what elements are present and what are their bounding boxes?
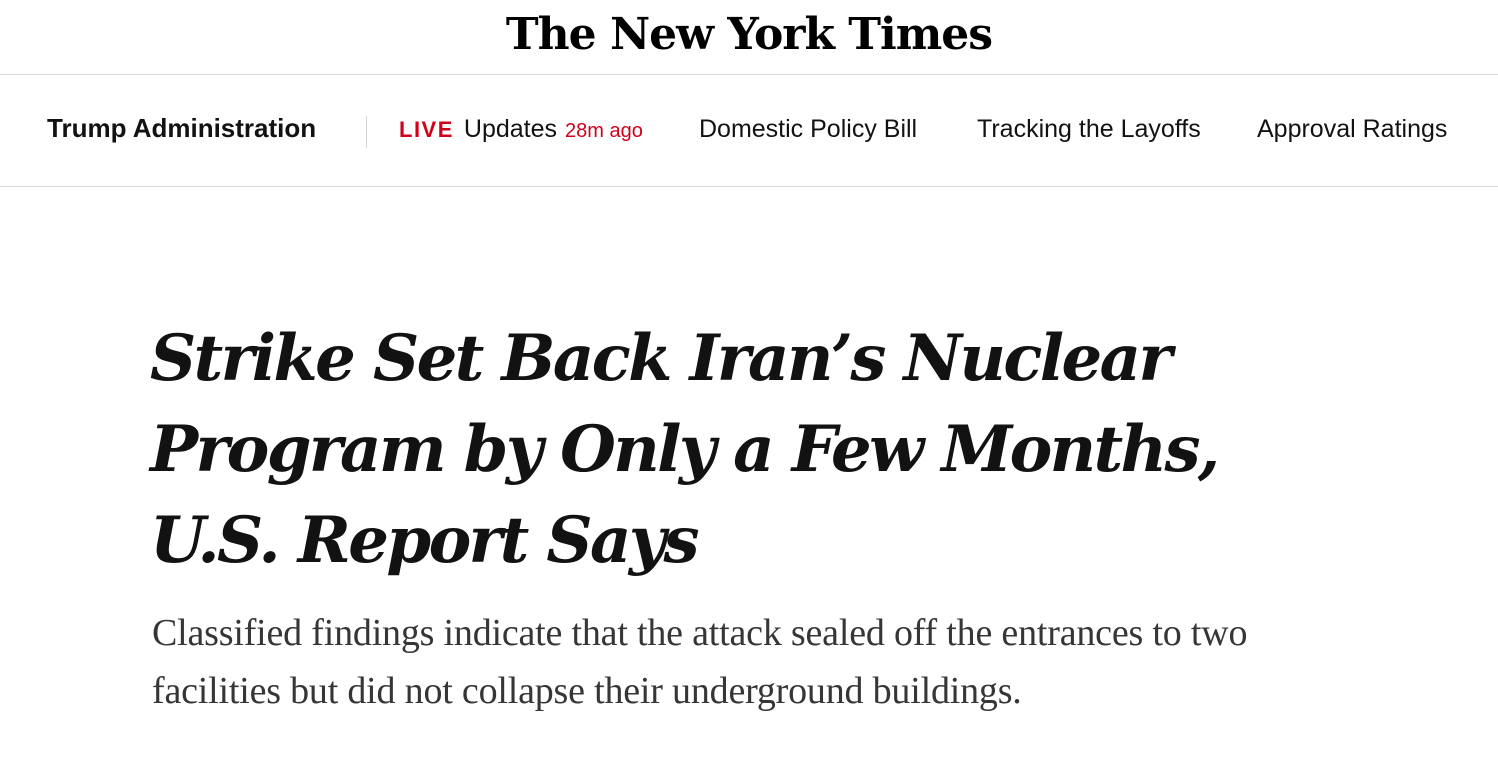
live-updates-timestamp: 28m ago [565, 120, 643, 142]
article-summary: Classified findings indicate that the at… [152, 612, 1248, 712]
masthead: The New York Times [0, 0, 1498, 75]
nav-divider [366, 116, 367, 148]
section-title-link[interactable]: Trump Administration [47, 113, 316, 144]
live-updates-label: Updates [463, 115, 558, 143]
article-headline: Strike Set Back Iran’s Nuclear Program b… [150, 321, 1220, 578]
nav-link-approval-ratings[interactable]: Approval Ratings [1257, 115, 1447, 144]
nyt-logo[interactable]: The New York Times [506, 13, 993, 57]
nav-link-domestic-policy-bill[interactable]: Domestic Policy Bill [699, 115, 917, 144]
section-nav: Trump Administration LIVE Updates 28m ag… [0, 75, 1498, 187]
live-badge: LIVE [399, 117, 454, 142]
nav-link-tracking-layoffs[interactable]: Tracking the Layoffs [977, 115, 1201, 144]
live-updates-link[interactable]: LIVE Updates 28m ago [399, 115, 643, 144]
